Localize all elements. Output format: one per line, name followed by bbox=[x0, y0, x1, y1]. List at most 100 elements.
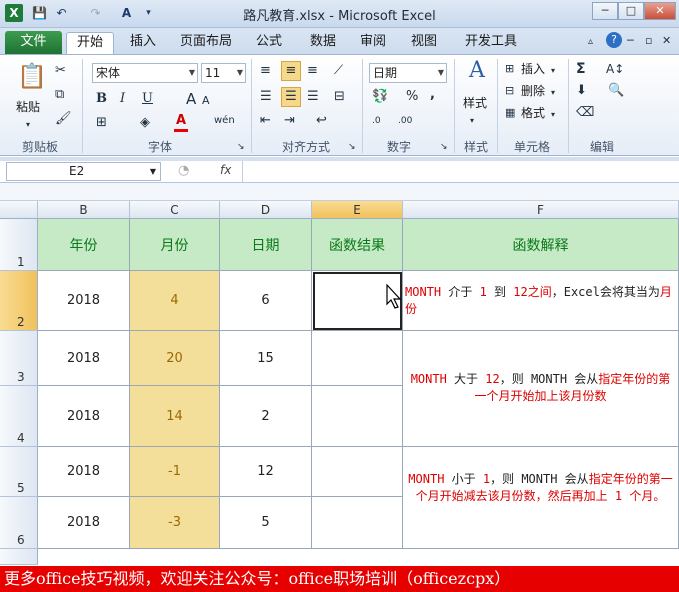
header-year[interactable]: 年份 bbox=[38, 219, 130, 271]
header-day[interactable]: 日期 bbox=[220, 219, 312, 271]
row-header-2[interactable]: 2 bbox=[0, 271, 38, 331]
cell-result[interactable] bbox=[312, 331, 403, 386]
tab-data[interactable]: 数据 bbox=[308, 32, 338, 54]
fill-color-icon[interactable]: ◈ bbox=[140, 115, 150, 131]
font-dialog-launcher-icon[interactable]: ↘ bbox=[237, 139, 245, 155]
restore-button[interactable]: □ bbox=[618, 2, 644, 20]
row-header-7[interactable] bbox=[0, 549, 38, 565]
paste-button[interactable]: 粘贴 bbox=[16, 99, 40, 115]
select-all-corner[interactable] bbox=[0, 201, 38, 219]
cell-day[interactable]: 12 bbox=[220, 447, 312, 497]
find-select-icon[interactable]: 🔍 bbox=[608, 83, 624, 99]
help-icon[interactable]: ? bbox=[606, 32, 622, 48]
row-header-4[interactable]: 4 bbox=[0, 386, 38, 447]
format-painter-icon[interactable]: 🖌 bbox=[55, 111, 72, 127]
cell-day[interactable]: 5 bbox=[220, 497, 312, 549]
align-right-icon[interactable]: ☰ bbox=[307, 89, 319, 105]
wrap-text-icon[interactable]: ↩ bbox=[316, 113, 327, 129]
font-color-icon[interactable]: A bbox=[174, 113, 188, 132]
insert-cells-button[interactable]: 插入 bbox=[521, 61, 545, 77]
align-top-icon[interactable]: ≡ bbox=[260, 63, 271, 79]
cell-month[interactable]: 4 bbox=[130, 271, 220, 331]
cell-day[interactable]: 15 bbox=[220, 331, 312, 386]
row-header-3[interactable]: 3 bbox=[0, 331, 38, 386]
font-size-combo[interactable]: 11 ▼ bbox=[201, 63, 246, 83]
autosum-icon[interactable]: Σ bbox=[576, 61, 586, 77]
explanation-2[interactable]: MONTH 大于 12，则 MONTH 会从指定年份的第一个月开始加上该月份数 bbox=[403, 331, 679, 447]
alignment-dialog-launcher-icon[interactable]: ↘ bbox=[348, 139, 356, 155]
italic-icon[interactable]: I bbox=[120, 91, 125, 107]
chevron-down-icon[interactable]: ▾ bbox=[551, 85, 555, 101]
chevron-down-icon[interactable]: ▾ bbox=[551, 63, 555, 79]
increase-indent-icon[interactable]: ⇥ bbox=[284, 113, 295, 129]
cell-year[interactable]: 2018 bbox=[38, 497, 130, 549]
column-header-d[interactable]: D bbox=[220, 201, 312, 219]
close-button[interactable]: ✕ bbox=[644, 2, 676, 20]
cell-result[interactable] bbox=[312, 497, 403, 549]
fill-icon[interactable]: ⬇ bbox=[576, 83, 587, 99]
styles-icon[interactable]: A bbox=[466, 60, 488, 82]
decrease-decimal-icon[interactable]: .00 bbox=[398, 113, 412, 129]
column-header-b[interactable]: B bbox=[38, 201, 130, 219]
align-bottom-icon[interactable]: ≡ bbox=[307, 63, 318, 79]
cut-icon[interactable]: ✂ bbox=[55, 63, 66, 79]
align-center-icon[interactable]: ☰ bbox=[281, 87, 301, 107]
insert-cells-icon[interactable]: ⊞ bbox=[505, 61, 514, 77]
cell-month[interactable]: 14 bbox=[130, 386, 220, 447]
minimize-button[interactable]: ─ bbox=[592, 2, 618, 20]
header-month[interactable]: 月份 bbox=[130, 219, 220, 271]
shrink-font-icon[interactable]: A bbox=[202, 93, 210, 109]
column-header-c[interactable]: C bbox=[130, 201, 220, 219]
decrease-indent-icon[interactable]: ⇤ bbox=[260, 113, 271, 129]
column-header-f[interactable]: F bbox=[403, 201, 679, 219]
tab-formulas[interactable]: 公式 bbox=[254, 32, 284, 54]
cell-month[interactable]: 20 bbox=[130, 331, 220, 386]
number-format-combo[interactable]: 日期 ▼ bbox=[369, 63, 447, 83]
clear-icon[interactable]: ⌫ bbox=[576, 105, 594, 121]
row-header-5[interactable]: 5 bbox=[0, 447, 38, 497]
align-left-icon[interactable]: ☰ bbox=[260, 89, 272, 105]
cell-year[interactable]: 2018 bbox=[38, 447, 130, 497]
paste-icon[interactable]: 📋 bbox=[17, 61, 47, 91]
column-header-e[interactable]: E bbox=[312, 201, 403, 219]
merge-center-icon[interactable]: ⊟ bbox=[334, 89, 345, 105]
tab-view[interactable]: 视图 bbox=[409, 32, 439, 54]
formula-bar-collapse-icon[interactable]: ◔ bbox=[178, 163, 189, 179]
tab-review[interactable]: 审阅 bbox=[358, 32, 388, 54]
tab-page-layout[interactable]: 页面布局 bbox=[178, 32, 234, 54]
font-name-combo[interactable]: 宋体 ▼ bbox=[92, 63, 198, 83]
copy-icon[interactable]: ⧉ bbox=[55, 87, 64, 103]
name-box[interactable]: E2 ▼ bbox=[6, 162, 161, 181]
sort-filter-icon[interactable]: A↕ bbox=[606, 61, 624, 77]
cell-month[interactable]: -1 bbox=[130, 447, 220, 497]
header-result[interactable]: 函数结果 bbox=[312, 219, 403, 271]
bold-icon[interactable]: B bbox=[96, 91, 107, 107]
paste-dropdown-icon[interactable]: ▾ bbox=[26, 117, 30, 133]
cell-result[interactable] bbox=[312, 386, 403, 447]
cell-year[interactable]: 2018 bbox=[38, 271, 130, 331]
tab-file[interactable]: 文件 bbox=[5, 31, 62, 54]
format-cells-button[interactable]: 格式 bbox=[521, 105, 545, 121]
row-header-6[interactable]: 6 bbox=[0, 497, 38, 549]
tab-insert[interactable]: 插入 bbox=[128, 32, 158, 54]
phonetic-icon[interactable]: wén bbox=[214, 113, 235, 129]
row-header-1[interactable]: 1 bbox=[0, 219, 38, 271]
grow-font-icon[interactable]: A bbox=[186, 91, 196, 107]
border-icon[interactable]: ⊞ bbox=[96, 115, 107, 131]
cell-year[interactable]: 2018 bbox=[38, 331, 130, 386]
increase-decimal-icon[interactable]: .0 bbox=[372, 113, 381, 129]
chevron-down-icon[interactable]: ▾ bbox=[551, 107, 555, 123]
currency-icon[interactable]: 💱 bbox=[372, 89, 388, 105]
underline-icon[interactable]: U bbox=[142, 91, 153, 107]
comma-style-icon[interactable]: , bbox=[430, 87, 435, 103]
styles-dropdown-icon[interactable]: ▾ bbox=[470, 113, 474, 129]
insert-function-icon[interactable]: fx bbox=[220, 163, 231, 177]
cell-result[interactable] bbox=[312, 447, 403, 497]
orientation-icon[interactable]: ⟋ bbox=[334, 63, 343, 79]
cell-day[interactable]: 6 bbox=[220, 271, 312, 331]
tab-developer[interactable]: 开发工具 bbox=[462, 32, 520, 54]
styles-button[interactable]: 样式 bbox=[463, 95, 487, 111]
header-explanation[interactable]: 函数解释 bbox=[403, 219, 679, 271]
explanation-3[interactable]: MONTH 小于 1，则 MONTH 会从指定年份的第一个月开始减去该月份数，然… bbox=[403, 447, 679, 549]
doc-minimize-icon[interactable]: ─ bbox=[627, 33, 634, 49]
